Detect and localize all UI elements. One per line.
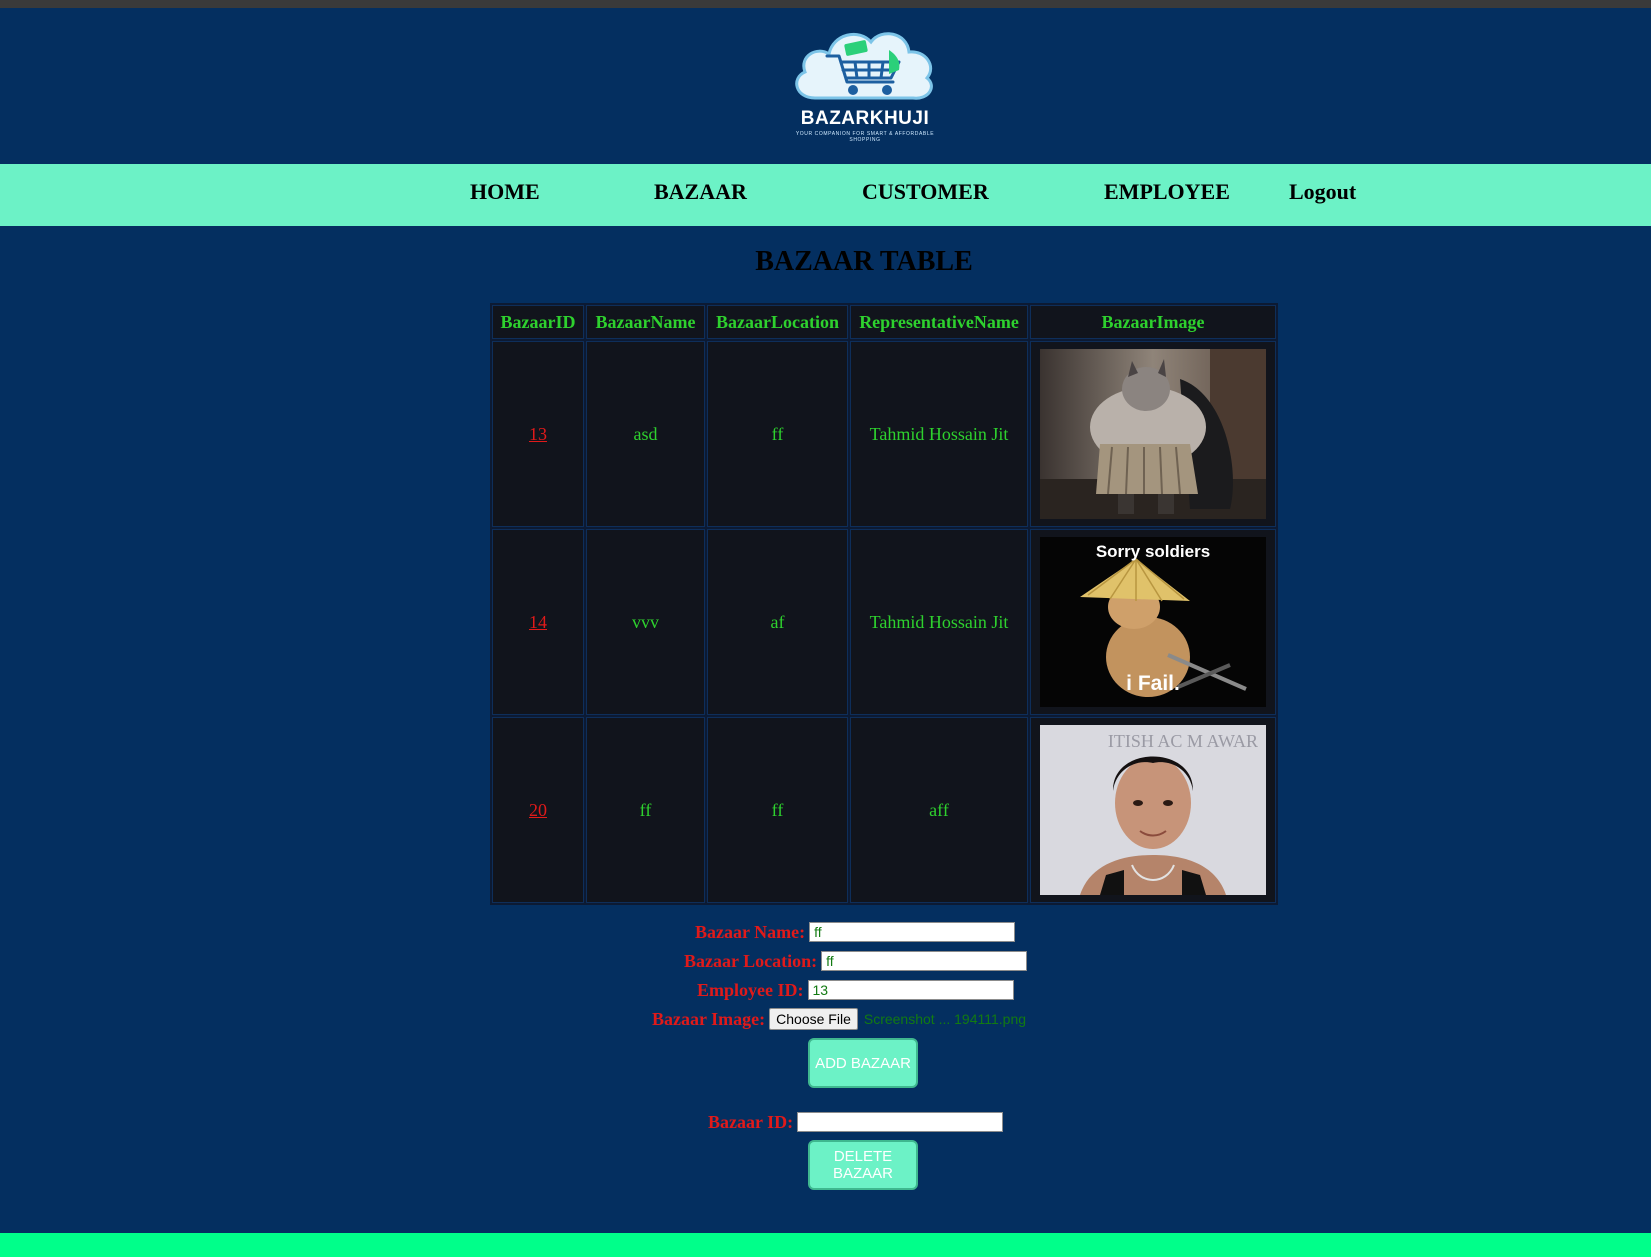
- site-header: BAZARKHUJI YOUR COMPANION FOR SMART & AF…: [0, 8, 1651, 164]
- bazaar-image-thumbnail: [1040, 349, 1266, 519]
- bazaar-id-link[interactable]: 14: [529, 612, 547, 632]
- bazaar-id-link[interactable]: 20: [529, 800, 547, 820]
- cell-bazaar-location: af: [707, 529, 848, 715]
- choose-file-button[interactable]: Choose File: [769, 1008, 858, 1030]
- nav-customer[interactable]: CUSTOMER: [862, 179, 989, 205]
- header-bazaar-location: BazaarLocation: [707, 305, 848, 339]
- meme-top-text: Sorry soldiers: [1096, 542, 1210, 561]
- bazaar-image-thumbnail: Sorry soldiers i Fail.: [1040, 537, 1266, 707]
- table-row: 14 vvv af Tahmid Hossain Jit Sorry soldi…: [492, 529, 1276, 715]
- nav-employee[interactable]: EMPLOYEE: [1104, 179, 1230, 205]
- cell-bazaar-image: Sorry soldiers i Fail.: [1030, 529, 1276, 715]
- cell-representative-name: Tahmid Hossain Jit: [850, 341, 1028, 527]
- header-bazaar-id: BazaarID: [492, 305, 584, 339]
- bazaar-id-row: Bazaar ID:: [708, 1110, 1004, 1134]
- main-nav: HOME BAZAAR CUSTOMER EMPLOYEE Logout: [0, 164, 1651, 226]
- bazaar-name-input[interactable]: [809, 922, 1016, 942]
- header-bazaar-image: BazaarImage: [1030, 305, 1276, 339]
- bazaar-id-input[interactable]: [797, 1112, 1004, 1132]
- bazaar-id-link[interactable]: 13: [529, 424, 547, 444]
- employee-id-input[interactable]: [807, 980, 1014, 1000]
- header-bazaar-name: BazaarName: [586, 305, 705, 339]
- employee-id-row: Employee ID:: [697, 978, 1014, 1002]
- cell-bazaar-name: asd: [586, 341, 705, 527]
- cloud-cart-icon: [795, 32, 933, 100]
- site-footer: [0, 1233, 1651, 1257]
- table-header-row: BazaarID BazaarName BazaarLocation Repre…: [492, 305, 1276, 339]
- bazaar-id-label: Bazaar ID:: [708, 1111, 794, 1132]
- cell-bazaar-id: 13: [492, 341, 584, 527]
- bazaar-location-input[interactable]: [821, 951, 1028, 971]
- bazaar-image-label: Bazaar Image:: [652, 1008, 766, 1029]
- cell-bazaar-location: ff: [707, 717, 848, 903]
- bazaar-name-row: Bazaar Name:: [695, 920, 1016, 944]
- meme-bottom-text: i Fail.: [1126, 672, 1180, 695]
- bazaar-image-thumbnail: ITISH AC M AWAR: [1040, 725, 1266, 895]
- bazaar-table: BazaarID BazaarName BazaarLocation Repre…: [490, 303, 1278, 905]
- cell-bazaar-image: ITISH AC M AWAR: [1030, 717, 1276, 903]
- bazaar-location-row: Bazaar Location:: [684, 949, 1028, 973]
- selected-file-name: Screenshot ... 194111.png: [863, 1011, 1027, 1027]
- browser-top-strip: [0, 0, 1651, 8]
- cell-bazaar-id: 20: [492, 717, 584, 903]
- bazaar-name-label: Bazaar Name:: [695, 921, 806, 942]
- brand-name: BAZARKHUJI: [800, 108, 930, 129]
- table-row: 13 asd ff Tahmid Hossain Jit: [492, 341, 1276, 527]
- cell-bazaar-image: [1030, 341, 1276, 527]
- bazarkhuji-logo[interactable]: BAZARKHUJI YOUR COMPANION FOR SMART & AF…: [785, 20, 945, 145]
- cell-bazaar-name: vvv: [586, 529, 705, 715]
- nav-logout[interactable]: Logout: [1289, 179, 1356, 205]
- bazaar-location-label: Bazaar Location:: [684, 950, 818, 971]
- cell-bazaar-location: ff: [707, 341, 848, 527]
- delete-bazaar-button[interactable]: DELETE BAZAAR: [808, 1140, 918, 1190]
- bazaar-image-row: Bazaar Image: Choose File Screenshot ...…: [652, 1007, 1026, 1031]
- nav-bazaar[interactable]: BAZAAR: [654, 179, 747, 205]
- brand-tagline: YOUR COMPANION FOR SMART & AFFORDABLE SH…: [795, 131, 935, 143]
- nav-home[interactable]: HOME: [470, 179, 540, 205]
- employee-id-label: Employee ID:: [697, 979, 804, 1000]
- cell-bazaar-name: ff: [586, 717, 705, 903]
- cell-representative-name: Tahmid Hossain Jit: [850, 529, 1028, 715]
- backdrop-text: ITISH AC M AWAR: [1108, 731, 1258, 751]
- cell-bazaar-id: 14: [492, 529, 584, 715]
- table-row: 20 ff ff aff ITISH AC M AWAR: [492, 717, 1276, 903]
- page-title: BAZAAR TABLE: [755, 246, 973, 277]
- add-bazaar-button[interactable]: ADD BAZAAR: [808, 1038, 918, 1088]
- cell-representative-name: aff: [850, 717, 1028, 903]
- header-representative-name: RepresentativeName: [850, 305, 1028, 339]
